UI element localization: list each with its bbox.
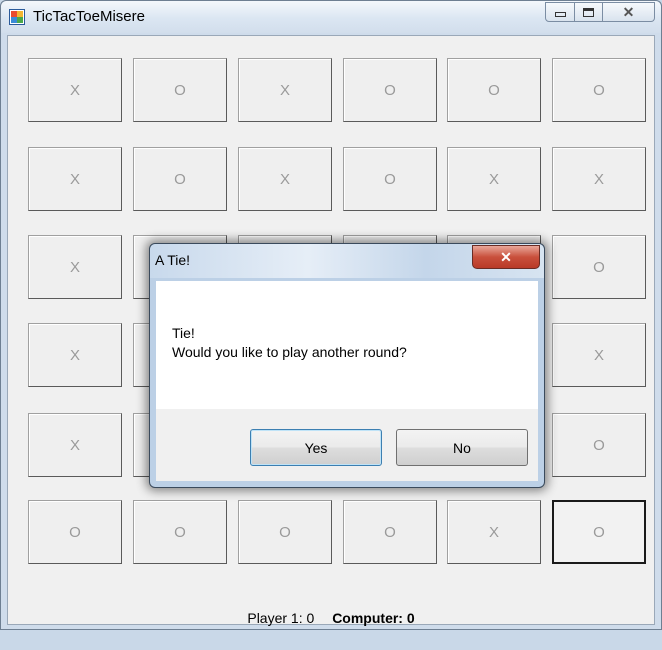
no-button[interactable]: No (396, 429, 528, 466)
maximize-button[interactable] (575, 2, 603, 22)
minimize-icon (554, 11, 566, 17)
dialog-message-line2: Would you like to play another round? (172, 344, 407, 360)
board-cell-r1c3[interactable]: X (238, 58, 332, 122)
board-cell-r3c1[interactable]: X (28, 235, 122, 299)
board-cell-r6c1[interactable]: O (28, 500, 122, 564)
dialog-close-button[interactable]: ✕ (472, 245, 540, 269)
board-cell-r2c4[interactable]: O (343, 147, 437, 211)
window-app-icon (9, 9, 25, 25)
board-cell-r6c2[interactable]: O (133, 500, 227, 564)
score-bar: Player 1: 0 Computer: 0 (8, 610, 654, 626)
dialog-title: A Tie! (155, 252, 191, 268)
board-cell-r1c6[interactable]: O (552, 58, 646, 122)
minimize-button[interactable] (545, 2, 575, 22)
dialog-body: Tie! Would you like to play another roun… (156, 281, 538, 409)
close-button[interactable]: ✕ (603, 2, 655, 22)
board-cell-r2c2[interactable]: O (133, 147, 227, 211)
tie-dialog: A Tie! ✕ Tie! Would you like to play ano… (149, 243, 545, 488)
board-cell-r1c2[interactable]: O (133, 58, 227, 122)
board-cell-r5c1[interactable]: X (28, 413, 122, 477)
board-cell-r6c5[interactable]: X (447, 500, 541, 564)
board-cell-r2c3[interactable]: X (238, 147, 332, 211)
title-bar[interactable]: TicTacToeMisere ✕ (1, 1, 661, 33)
board-cell-r4c1[interactable]: X (28, 323, 122, 387)
caption-buttons: ✕ (545, 2, 655, 22)
board-cell-r2c5[interactable]: X (447, 147, 541, 211)
close-icon: ✕ (622, 3, 635, 20)
close-icon: ✕ (500, 248, 512, 265)
board-cell-r6c4[interactable]: O (343, 500, 437, 564)
board-cell-r4c6[interactable]: X (552, 323, 646, 387)
board-cell-r1c4[interactable]: O (343, 58, 437, 122)
dialog-button-area: Yes No (156, 409, 538, 481)
board-cell-r2c6[interactable]: X (552, 147, 646, 211)
board-cell-r2c1[interactable]: X (28, 147, 122, 211)
yes-button[interactable]: Yes (250, 429, 382, 466)
board-cell-r6c6[interactable]: O (552, 500, 646, 564)
computer-score: Computer: 0 (332, 610, 415, 626)
board-cell-r6c3[interactable]: O (238, 500, 332, 564)
board-cell-r5c6[interactable]: O (552, 413, 646, 477)
board-cell-r1c1[interactable]: X (28, 58, 122, 122)
dialog-title-bar[interactable]: A Tie! ✕ (150, 244, 544, 278)
board-cell-r3c6[interactable]: O (552, 235, 646, 299)
dialog-message-line1: Tie! (172, 325, 195, 341)
board-cell-r1c5[interactable]: O (447, 58, 541, 122)
window-title: TicTacToeMisere (33, 8, 145, 25)
maximize-icon (583, 7, 594, 17)
player-score: Player 1: 0 (247, 610, 315, 626)
